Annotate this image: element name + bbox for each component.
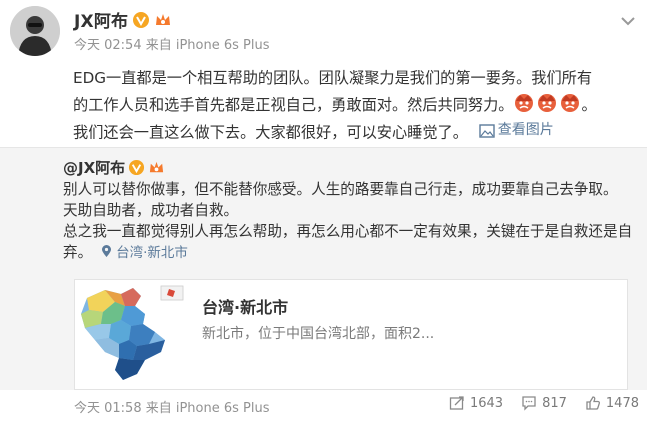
chevron-down-icon[interactable] (619, 12, 637, 30)
location-link[interactable]: 台湾·新北市 (101, 245, 188, 261)
repost-card[interactable]: @JX阿布 别人可以替你做事，但不能替你感受。人生的路要靠自己行走，成功要靠自己… (0, 147, 647, 390)
repost-meta: 今天 01:58 来自 iPhone 6s Plus (74, 401, 270, 416)
thumbs-up-icon (586, 396, 600, 410)
location-card[interactable]: 台湾·新北市 新北市，位于中国台湾北部，面积2... (74, 279, 628, 390)
crying-face-icon (538, 94, 557, 112)
location-card-title[interactable]: 台湾·新北市 (202, 294, 288, 318)
post-author-name[interactable]: JX阿布 (74, 7, 128, 32)
repost-line: 弃。 台湾·新北市 (63, 242, 638, 264)
map-thumbnail (75, 280, 188, 389)
repost-line: 天助自助者，成功者自救。 (63, 202, 239, 219)
post-line: EDG一直都是一个相互帮助的团队。团队凝聚力是我们的第一要务。我们所有 (73, 69, 593, 87)
comment-icon (522, 396, 536, 411)
post-header: JX阿布 今天 02:54 来自 iPhone 6s Plus (0, 0, 647, 68)
repost-line: 别人可以替你做事，但不能替你感受。人生的路要靠自己行走，成功要靠自己去争取。 (63, 181, 618, 198)
comment-count[interactable]: 817 (542, 396, 567, 411)
action-bar: 1643 817 1478 (449, 395, 639, 411)
repost-line-text: 弃。 (63, 244, 93, 261)
repost-icon (449, 396, 464, 410)
verified-icon (129, 159, 145, 176)
view-images-label[interactable]: 查看图片 (498, 118, 554, 143)
repost-button[interactable]: 1643 (449, 395, 503, 411)
post-line-text: 的工作人员和选手首先都是正视自己，勇敢面对。然后共同努力。 (73, 96, 514, 114)
post-line: 我们还会一直这么做下去。大家都很好，可以安心睡觉了。 查看图片 (73, 118, 638, 146)
location-pin-icon (101, 245, 111, 257)
crying-face-icon (515, 94, 534, 112)
repost-author-name[interactable]: @JX阿布 (63, 157, 125, 178)
member-crown-icon (156, 13, 171, 25)
period: 。 (581, 96, 597, 114)
post-meta: 今天 02:54 来自 iPhone 6s Plus (74, 38, 270, 53)
like-button[interactable]: 1478 (585, 395, 639, 411)
comment-button[interactable]: 817 (521, 395, 567, 411)
location-card-description: 新北市，位于中国台湾北部，面积2... (202, 326, 435, 342)
location-label[interactable]: 台湾·新北市 (116, 245, 188, 261)
verified-icon (133, 11, 150, 28)
repost-line: 总之我一直都觉得别人再怎么帮助，再怎么用心都不一定有效果，关键在于是自救还是自 (63, 223, 633, 240)
repost-content: 别人可以替你做事，但不能替你感受。人生的路要靠自己行走，成功要靠自己去争取。 天… (63, 179, 638, 264)
post-content: EDG一直都是一个相互帮助的团队。团队凝聚力是我们的第一要务。我们所有 的工作人… (73, 66, 638, 146)
crying-face-icon (561, 94, 580, 112)
image-icon (479, 123, 495, 138)
post-line: 的工作人员和选手首先都是正视自己，勇敢面对。然后共同努力。 。 (73, 91, 638, 118)
post-footer: 今天 01:58 来自 iPhone 6s Plus 1643 817 1478 (0, 390, 647, 422)
repost-count[interactable]: 1643 (470, 396, 503, 411)
member-crown-icon (150, 161, 164, 173)
like-count[interactable]: 1478 (606, 396, 639, 411)
post-line-text: 我们还会一直这么做下去。大家都很好，可以安心睡觉了。 (73, 123, 468, 142)
avatar[interactable] (10, 6, 60, 56)
repost-author[interactable]: @JX阿布 (63, 157, 165, 178)
post-author[interactable]: JX阿布 (74, 7, 172, 32)
view-images-link[interactable]: 查看图片 (479, 118, 554, 143)
emoji-group (513, 91, 581, 113)
